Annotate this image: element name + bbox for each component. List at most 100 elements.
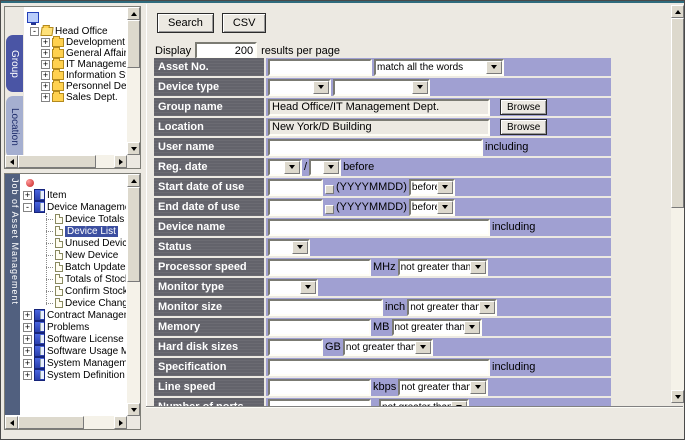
scrollbar-thumb[interactable] xyxy=(18,416,84,429)
tree-node-device-totals[interactable]: Device Totals xyxy=(46,213,126,225)
start-date-of-use-picker-button[interactable] xyxy=(325,185,334,194)
dropdown-button[interactable] xyxy=(470,261,486,274)
expand-icon[interactable]: + xyxy=(23,323,32,332)
line-speed-input[interactable] xyxy=(268,379,371,396)
dropdown-button[interactable] xyxy=(284,161,300,174)
reg-date-select[interactable] xyxy=(309,159,341,176)
group-name-browse-button[interactable]: Browse xyxy=(500,99,547,115)
dropdown-button[interactable] xyxy=(464,321,480,334)
expand-icon[interactable]: + xyxy=(23,359,32,368)
reg-date-select[interactable] xyxy=(268,159,302,176)
start-date-of-use-select[interactable]: before xyxy=(409,179,455,196)
monitor-size-input[interactable] xyxy=(268,299,383,316)
dropdown-button[interactable] xyxy=(300,281,316,294)
expand-icon[interactable]: + xyxy=(23,335,32,344)
expand-icon[interactable]: + xyxy=(23,311,32,320)
tree-node-contract-management[interactable]: +Contract Management xyxy=(23,309,126,321)
search-button[interactable]: Search xyxy=(157,13,214,33)
hard-disk-sizes-select[interactable]: not greater than xyxy=(343,339,433,356)
tree-node-item[interactable]: +Item xyxy=(23,189,126,201)
dropdown-button[interactable] xyxy=(292,241,308,254)
scrollbar-thumb[interactable] xyxy=(127,187,140,282)
device-type-select[interactable] xyxy=(268,79,331,96)
device-type-select[interactable] xyxy=(333,79,430,96)
user-name-input[interactable] xyxy=(268,139,483,156)
scrollbar-thumb[interactable] xyxy=(127,20,140,68)
csv-button[interactable]: CSV xyxy=(222,13,267,33)
group-panel-vertical-scrollbar[interactable] xyxy=(127,7,140,155)
end-date-of-use-picker-button[interactable] xyxy=(325,205,334,214)
asset-no-input[interactable] xyxy=(268,59,372,76)
tree-node-software-usage-manag[interactable]: +Software Usage Manag xyxy=(23,345,126,357)
processor-speed-input[interactable] xyxy=(268,259,371,276)
dropdown-button[interactable] xyxy=(486,61,502,74)
specification-input[interactable] xyxy=(268,359,490,376)
job-panel-vertical-scrollbar[interactable] xyxy=(127,174,140,416)
dropdown-button[interactable] xyxy=(479,301,495,314)
monitor-size-select[interactable]: not greater than xyxy=(407,299,497,316)
tab-location[interactable]: Location xyxy=(6,96,23,158)
dropdown-button[interactable] xyxy=(437,181,453,194)
dropdown-button[interactable] xyxy=(313,81,329,94)
group-panel-horizontal-scrollbar[interactable] xyxy=(5,155,127,168)
location-field[interactable] xyxy=(268,119,490,136)
collapse-icon[interactable]: - xyxy=(30,27,39,36)
scroll-down-button[interactable] xyxy=(671,390,684,403)
memory-select[interactable]: not greater than xyxy=(392,319,482,336)
scroll-up-button[interactable] xyxy=(671,5,684,18)
expand-icon[interactable]: + xyxy=(41,82,50,91)
scroll-left-button[interactable] xyxy=(5,155,18,168)
tree-node-system-management[interactable]: +System Management xyxy=(23,357,126,369)
tree-node-software-license[interactable]: +Software License xyxy=(23,333,126,345)
tree-node-system-definition[interactable]: +System Definition xyxy=(23,369,126,381)
number-of-ports-select[interactable]: not greater than xyxy=(379,399,469,407)
expand-icon[interactable]: + xyxy=(23,371,32,380)
end-date-of-use-select[interactable]: before xyxy=(409,199,455,216)
scroll-up-button[interactable] xyxy=(127,174,140,187)
tree-node-sales-dept[interactable]: +Sales Dept. xyxy=(41,92,126,103)
collapse-icon[interactable]: - xyxy=(23,203,32,212)
dropdown-button[interactable] xyxy=(323,161,339,174)
tree-node-new-device[interactable]: New Device xyxy=(46,249,126,261)
location-browse-button[interactable]: Browse xyxy=(500,119,547,135)
expand-icon[interactable]: + xyxy=(41,49,50,58)
scroll-down-button[interactable] xyxy=(127,142,140,155)
dropdown-button[interactable] xyxy=(415,341,431,354)
expand-icon[interactable]: + xyxy=(23,191,32,200)
tree-node-confirm-stocktaking[interactable]: Confirm Stocktaking xyxy=(46,285,126,297)
end-date-of-use-input[interactable] xyxy=(268,199,323,216)
expand-icon[interactable]: + xyxy=(41,71,50,80)
tab-group[interactable]: Group xyxy=(6,35,23,92)
tree-node-problems[interactable]: +Problems xyxy=(23,321,126,333)
main-vertical-scrollbar[interactable] xyxy=(671,5,684,403)
tree-node-batch-update[interactable]: Batch Update xyxy=(46,261,126,273)
scroll-down-button[interactable] xyxy=(127,403,140,416)
dropdown-button[interactable] xyxy=(437,201,453,214)
processor-speed-select[interactable]: not greater than xyxy=(398,259,488,276)
tree-node-device-change-log[interactable]: Device Change Log xyxy=(46,297,126,309)
results-per-page-input[interactable] xyxy=(195,42,257,59)
scroll-up-button[interactable] xyxy=(127,7,140,20)
group-name-field[interactable] xyxy=(268,99,490,116)
expand-icon[interactable]: + xyxy=(41,38,50,47)
scrollbar-thumb[interactable] xyxy=(671,18,684,208)
tree-node-totals-of-stocktakin[interactable]: Totals of Stocktakin xyxy=(46,273,126,285)
start-date-of-use-input[interactable] xyxy=(268,179,323,196)
monitor-type-select[interactable] xyxy=(268,279,318,296)
dropdown-button[interactable] xyxy=(412,81,428,94)
device-name-input[interactable] xyxy=(268,219,490,236)
tree-node-device-management[interactable]: -Device Management xyxy=(23,201,126,213)
scroll-right-button[interactable] xyxy=(114,416,127,429)
scroll-left-button[interactable] xyxy=(5,416,18,429)
memory-input[interactable] xyxy=(268,319,371,336)
scrollbar-thumb[interactable] xyxy=(18,155,96,168)
line-speed-select[interactable]: not greater than xyxy=(398,379,488,396)
tree-node-unused-device-list[interactable]: Unused Device List xyxy=(46,237,126,249)
job-panel-horizontal-scrollbar[interactable] xyxy=(5,416,127,429)
hard-disk-sizes-input[interactable] xyxy=(268,339,323,356)
number-of-ports-input[interactable] xyxy=(268,399,371,407)
status-select[interactable] xyxy=(268,239,310,256)
tree-node-head-office[interactable]: - Head Office xyxy=(30,26,126,37)
asset-no-select[interactable]: match all the words xyxy=(374,59,504,76)
expand-icon[interactable]: + xyxy=(41,60,50,69)
